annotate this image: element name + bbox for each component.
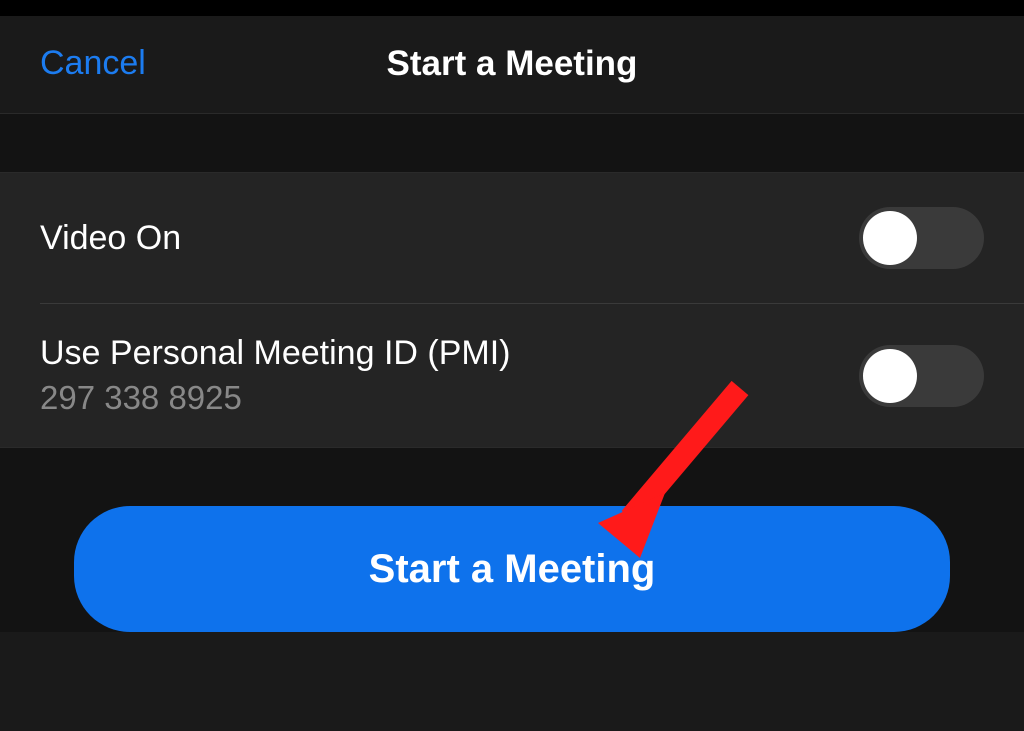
- status-bar: [0, 0, 1024, 16]
- settings-list: Video On Use Personal Meeting ID (PMI) 2…: [0, 173, 1024, 447]
- toggle-knob: [863, 349, 917, 403]
- pmi-toggle[interactable]: [859, 345, 984, 407]
- setting-row-video: Video On: [0, 173, 1024, 303]
- video-on-label: Video On: [40, 219, 181, 258]
- modal-header: Cancel Start a Meeting: [0, 16, 1024, 113]
- button-container: Start a Meeting: [0, 448, 1024, 632]
- page-title: Start a Meeting: [387, 44, 638, 84]
- header-spacer: [0, 113, 1024, 173]
- pmi-value: 297 338 8925: [40, 379, 511, 417]
- cancel-button[interactable]: Cancel: [40, 44, 146, 83]
- start-meeting-button[interactable]: Start a Meeting: [74, 506, 950, 632]
- setting-row-pmi: Use Personal Meeting ID (PMI) 297 338 89…: [0, 304, 1024, 447]
- toggle-knob: [863, 211, 917, 265]
- pmi-label: Use Personal Meeting ID (PMI): [40, 334, 511, 373]
- video-on-toggle[interactable]: [859, 207, 984, 269]
